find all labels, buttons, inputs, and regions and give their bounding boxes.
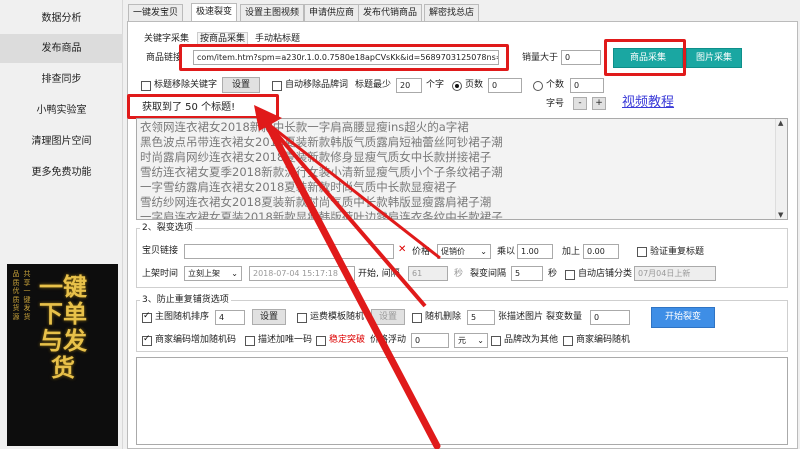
annotation-arrow <box>254 105 441 449</box>
app-window: 数据分析 发布商品 排查同步 小鸭实验室 清理图片空间 更多免费功能 品质优质货… <box>0 0 800 449</box>
arrow-shaft <box>263 119 441 449</box>
arrow-branch <box>266 121 441 260</box>
